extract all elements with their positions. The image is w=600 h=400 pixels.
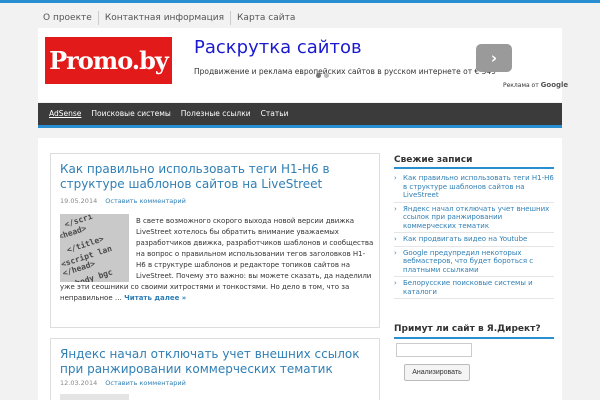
- top-accent-line: [0, 0, 600, 3]
- post-meta: 19.05.2014 Оставить комментарий: [60, 197, 186, 205]
- yadirect-widget-title: Примут ли сайт в Я.Директ?: [394, 324, 541, 334]
- site-url-input[interactable]: [396, 343, 472, 357]
- post-thumbnail[interactable]: [60, 394, 129, 400]
- post-comment-link[interactable]: Оставить комментарий: [105, 379, 186, 387]
- recent-posts-list: › Как правильно использовать теги H1-H6 в…: [394, 172, 554, 299]
- top-nav-contacts[interactable]: Контактная информация: [99, 11, 232, 25]
- ad-title-link[interactable]: Раскрутка сайтов: [194, 37, 362, 58]
- top-nav-sitemap[interactable]: Карта сайта: [231, 11, 301, 25]
- main-nav: AdSense Поисковые системы Полезные ссылк…: [38, 103, 562, 128]
- list-item[interactable]: › Яндекс начал отключать учет внешних ссы…: [394, 203, 554, 233]
- content-area: Как правильно использовать теги H1-H6 в …: [38, 138, 562, 400]
- top-bar: О проекте Контактная информация Карта са…: [0, 0, 600, 28]
- ad-banner: Раскрутка сайтов Продвижение и реклама е…: [186, 36, 568, 94]
- arrow-right-icon: ›: [394, 174, 397, 182]
- arrow-right-icon: ›: [394, 248, 397, 257]
- read-more-link[interactable]: Читать далее »: [124, 294, 186, 302]
- site-header: Promo.by Раскрутка сайтов Продвижение и …: [38, 28, 568, 102]
- recent-posts-title: Свежие записи: [394, 155, 473, 165]
- widget-divider: [394, 167, 554, 169]
- arrow-right-icon: ›: [394, 235, 397, 243]
- site-logo[interactable]: Promo.by: [45, 37, 172, 84]
- post-meta: 12.03.2014 Оставить комментарий: [60, 379, 186, 387]
- ad-next-button[interactable]: ›: [476, 44, 512, 72]
- chevron-right-icon: ›: [490, 49, 498, 67]
- list-item[interactable]: › Как продвигать видео на Youtube: [394, 233, 554, 247]
- ad-dot[interactable]: [324, 73, 329, 78]
- list-item[interactable]: › Google предупредил некоторых вебмастеро…: [394, 247, 554, 277]
- post-date: 12.03.2014: [60, 379, 98, 387]
- logo-text: Promo.by: [49, 46, 169, 75]
- post-title-link[interactable]: Яндекс начал отключать учет внешних ссыл…: [60, 347, 360, 377]
- arrow-right-icon: ›: [394, 204, 397, 213]
- widget-divider: [394, 337, 554, 339]
- top-nav: О проекте Контактная информация Карта са…: [38, 11, 301, 25]
- list-item[interactable]: › Как правильно использовать теги H1-H6 в…: [394, 172, 554, 203]
- post-card: Как правильно использовать теги H1-H6 в …: [50, 153, 380, 328]
- main-nav-articles[interactable]: Статьи: [256, 103, 294, 125]
- post-excerpt: В свете возможного скорого выхода новой …: [60, 216, 374, 304]
- main-nav-useful-links[interactable]: Полезные ссылки: [176, 103, 256, 125]
- list-item[interactable]: › Белорусские поисковые системы и каталог…: [394, 277, 554, 299]
- ad-description: Продвижение и реклама европейских сайтов…: [194, 67, 496, 76]
- ad-attribution[interactable]: Реклама от Google: [503, 81, 568, 89]
- top-nav-about[interactable]: О проекте: [38, 11, 99, 25]
- ad-pagination: [316, 73, 329, 78]
- main-nav-adsense[interactable]: AdSense: [44, 103, 86, 125]
- google-logo: Google: [540, 81, 569, 89]
- post-card: Яндекс начал отключать учет внешних ссыл…: [50, 338, 380, 400]
- arrow-right-icon: ›: [394, 279, 397, 287]
- post-date: 19.05.2014: [60, 197, 98, 205]
- main-nav-search-engines[interactable]: Поисковые системы: [86, 103, 175, 125]
- ad-dot-active[interactable]: [316, 73, 321, 78]
- ad-by-label: Реклама от: [503, 82, 539, 89]
- post-title-link[interactable]: Как правильно использовать теги H1-H6 в …: [60, 162, 360, 192]
- analyze-button[interactable]: Анализировать: [404, 364, 470, 381]
- post-comment-link[interactable]: Оставить комментарий: [105, 197, 186, 205]
